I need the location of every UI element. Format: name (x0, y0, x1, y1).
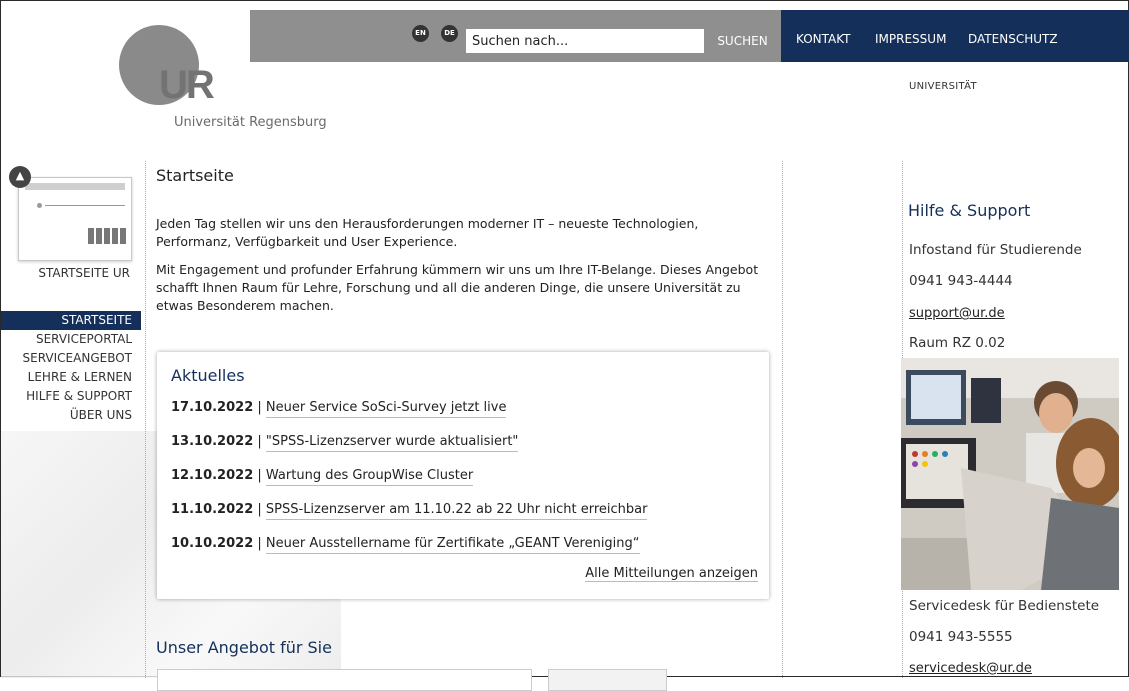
news-link[interactable]: "SPSS-Lizenzserver wurde aktualisiert" (265, 434, 519, 452)
all-news-link[interactable]: Alle Mitteilungen anzeigen (585, 566, 758, 582)
support-photo (901, 358, 1119, 590)
news-date: 17.10.2022 (171, 400, 254, 415)
thumbnail-grid-icon (88, 228, 126, 244)
offer-heading: Unser Angebot für Sie (156, 638, 332, 657)
support-photo-image (901, 358, 1119, 590)
list-item: 12.10.2022 | Wartung des GroupWise Clust… (171, 466, 761, 500)
logo-letters: UR (159, 63, 215, 107)
news-box: Aktuelles 17.10.2022 | Neuer Service SoS… (157, 352, 769, 599)
list-item: 11.10.2022 | SPSS-Lizenzserver am 11.10.… (171, 500, 761, 534)
language-de-button[interactable]: DE (441, 25, 458, 42)
startseite-ur-link[interactable]: STARTSEITE UR (38, 266, 130, 280)
nav-impressum[interactable]: IMPRESSUM (875, 32, 946, 46)
news-link[interactable]: Wartung des GroupWise Cluster (265, 468, 474, 486)
staff-phone: 0941 943-5555 (909, 629, 1013, 645)
news-date: 10.10.2022 (171, 536, 254, 551)
list-item: 10.10.2022 | Neuer Ausstellername für Ze… (171, 534, 761, 568)
divider (782, 161, 783, 678)
sidebar-item-serviceportal[interactable]: SERVICEPORTAL (1, 330, 141, 349)
offer-card[interactable] (548, 669, 667, 691)
sidebar-item-ueber-uns[interactable]: ÜBER UNS (1, 406, 141, 425)
list-item: 17.10.2022 | Neuer Service SoSci-Survey … (171, 398, 761, 432)
divider (145, 161, 146, 678)
universitaet-link[interactable]: UNIVERSITÄT (909, 81, 977, 92)
students-phone: 0941 943-4444 (909, 273, 1013, 289)
staff-email-link[interactable]: servicedesk@ur.de (909, 661, 1032, 676)
staff-label: Servicedesk für Bedienstete (909, 598, 1100, 614)
top-navigation: KONTAKT IMPRESSUM DATENSCHUTZ (781, 10, 1129, 62)
sidebar-item-serviceangebot[interactable]: SERVICEANGEBOT (1, 349, 141, 368)
news-date: 12.10.2022 (171, 468, 254, 483)
sidebar-item-startseite[interactable]: STARTSEITE (1, 311, 141, 330)
intro-paragraph-2: Mit Engagement und profunder Erfahrung k… (156, 262, 759, 313)
news-date: 11.10.2022 (171, 502, 254, 517)
news-link[interactable]: Neuer Service SoSci-Survey jetzt live (265, 400, 507, 418)
search-button[interactable]: SUCHEN (704, 29, 781, 53)
thumbnail-line (45, 205, 125, 206)
intro-text: Jeden Tag stellen wir uns den Herausford… (156, 215, 776, 325)
news-title: Aktuelles (171, 366, 245, 385)
sidebar-item-hilfe-support[interactable]: HILFE & SUPPORT (1, 387, 141, 406)
offer-card[interactable] (157, 669, 532, 691)
intro-paragraph-1: Jeden Tag stellen wir uns den Herausford… (156, 216, 699, 249)
news-date: 13.10.2022 (171, 434, 254, 449)
help-support-heading: Hilfe & Support (908, 201, 1031, 220)
language-en-button[interactable]: EN (412, 25, 429, 42)
chevron-up-icon[interactable]: ▲ (9, 166, 31, 188)
startseite-ur-thumbnail[interactable] (18, 177, 132, 261)
thumbnail-bar (25, 183, 125, 190)
students-email-wrap: support@ur.de (909, 305, 1005, 321)
news-list: 17.10.2022 | Neuer Service SoSci-Survey … (171, 398, 761, 568)
search-input[interactable] (466, 29, 704, 53)
students-label: Infostand für Studierende (909, 242, 1082, 258)
room-text: Raum RZ 0.02 (909, 335, 1006, 351)
news-link[interactable]: Neuer Ausstellername für Zertifikate „GE… (265, 536, 640, 554)
nav-datenschutz[interactable]: DATENSCHUTZ (968, 32, 1058, 46)
list-item: 13.10.2022 | "SPSS-Lizenzserver wurde ak… (171, 432, 761, 466)
students-email-link[interactable]: support@ur.de (909, 306, 1005, 321)
page-title: Startseite (156, 166, 234, 185)
nav-kontakt[interactable]: KONTAKT (796, 32, 851, 46)
logo-name: Universität Regensburg (174, 115, 327, 130)
thumbnail-dot (37, 203, 42, 208)
sidebar-navigation: STARTSEITE SERVICEPORTAL SERVICEANGEBOT … (1, 311, 141, 425)
sidebar-item-lehre-lernen[interactable]: LEHRE & LERNEN (1, 368, 141, 387)
staff-email-wrap: servicedesk@ur.de (909, 660, 1032, 676)
news-link[interactable]: SPSS-Lizenzserver am 11.10.22 ab 22 Uhr … (265, 502, 648, 520)
